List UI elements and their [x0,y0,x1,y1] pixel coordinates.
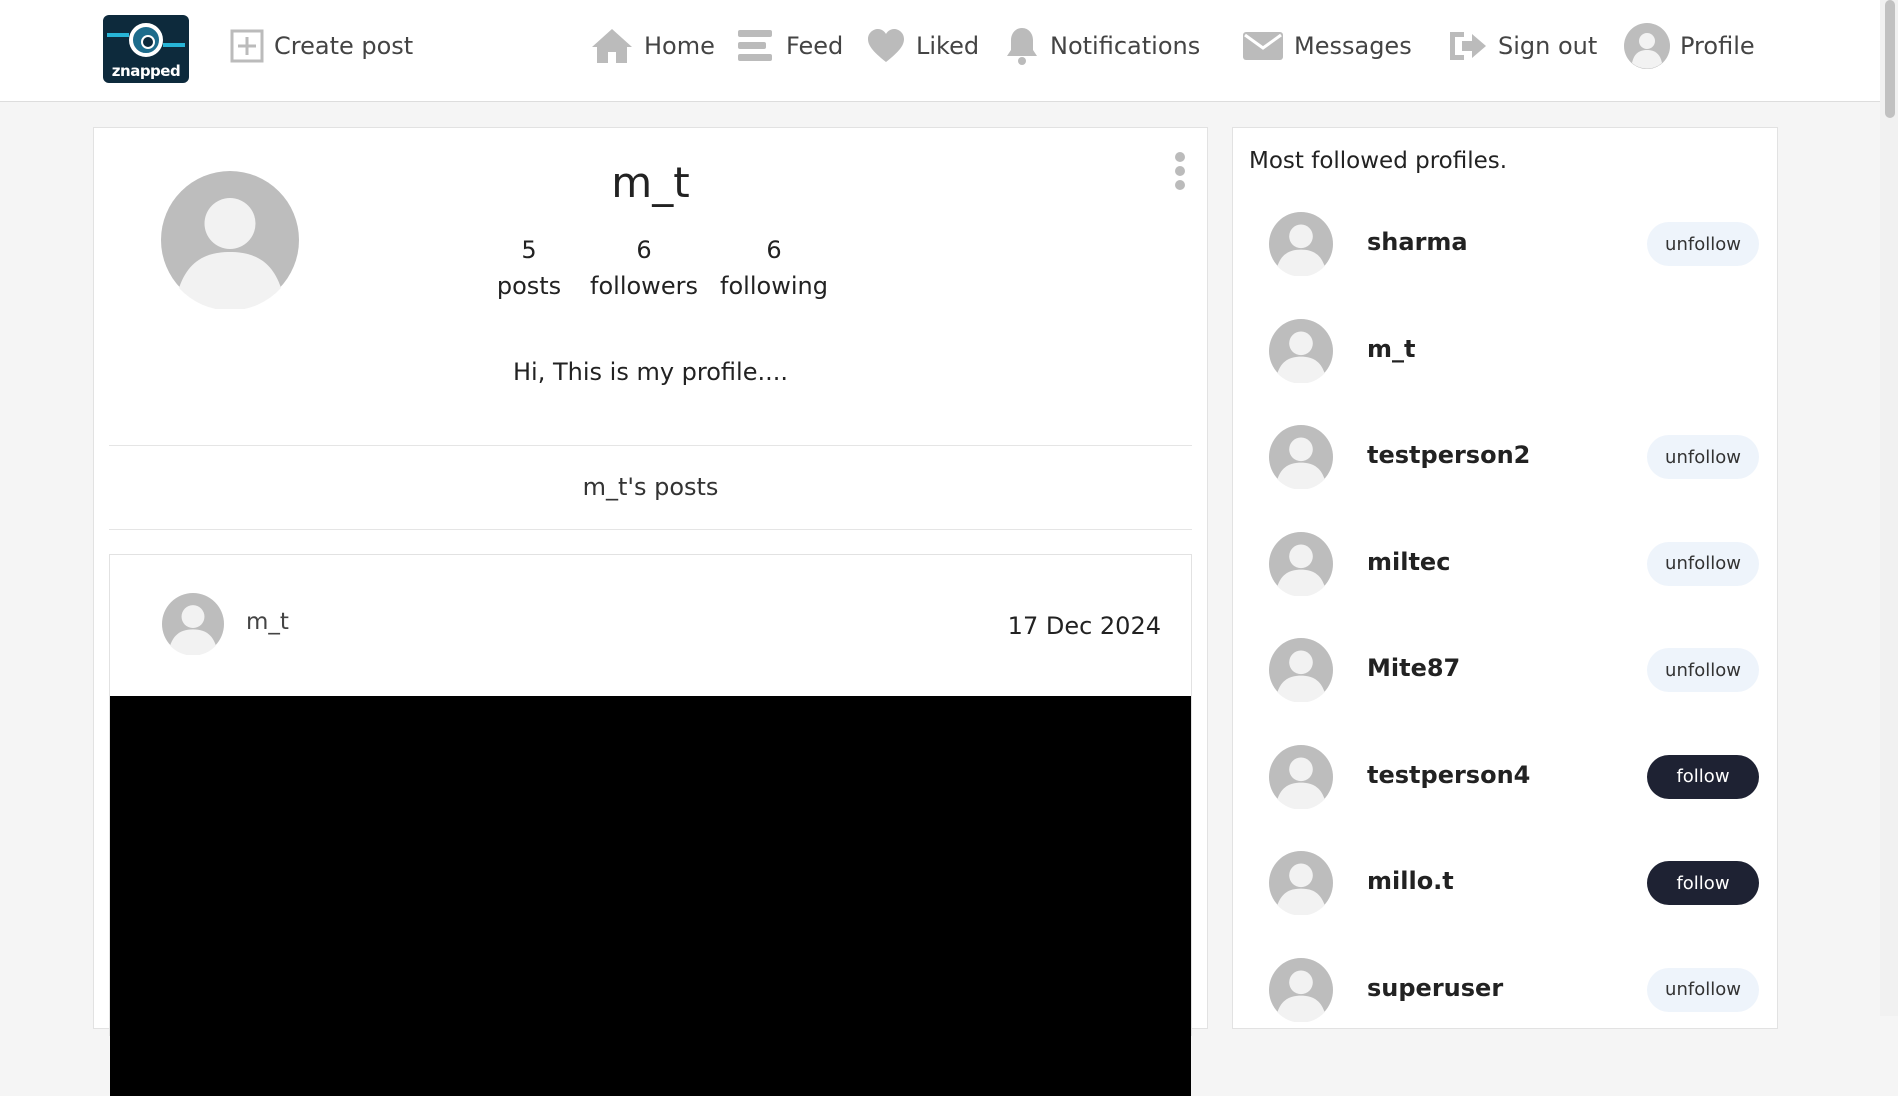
user-avatar-icon [1269,425,1333,490]
following-count: 6 [766,236,782,264]
suggested-profile-row[interactable]: Mite87 unfollow [1269,638,1759,703]
nav-sign-out[interactable]: Sign out [1448,24,1597,68]
nav-profile-label: Profile [1680,32,1755,60]
nav-sign-out-label: Sign out [1498,32,1598,60]
user-avatar-icon [1269,744,1333,810]
suggested-profile-avatar[interactable] [1269,638,1333,706]
user-avatar-icon [1269,638,1333,703]
post-date: 17 Dec 2024 [1007,612,1161,640]
suggested-profile-name[interactable]: superuser [1367,974,1503,1002]
posts-label: posts [496,272,562,300]
user-avatar-icon [162,593,224,656]
followers-label: followers [590,272,698,300]
feed-icon [738,30,772,61]
unfollow-button[interactable]: unfollow [1647,967,1759,1012]
user-avatar-icon [1269,851,1333,916]
posts-heading: m_t's posts [582,473,719,501]
posts-count: 5 [521,236,537,264]
create-post-link[interactable]: Create post [230,24,413,68]
nav-home-label: Home [644,32,715,60]
nav-feed[interactable]: Feed [736,24,843,68]
post-author-name[interactable]: m_t [246,609,289,635]
nav-messages[interactable]: Messages [1242,24,1412,68]
suggested-profile-name[interactable]: m_t [1367,335,1415,363]
nav-profile[interactable]: Profile [1624,23,1755,69]
unfollow-button[interactable]: unfollow [1647,648,1759,692]
suggested-profile-avatar[interactable] [1269,531,1333,600]
user-avatar-icon [1269,531,1333,597]
user-avatar-icon [1269,212,1333,277]
envelope-icon [1243,32,1283,60]
nav-messages-label: Messages [1294,32,1412,60]
suggested-profile-row[interactable]: superuser unfollow [1269,957,1759,1023]
camera-lens-icon [129,23,163,57]
nav-home[interactable]: Home [590,24,715,68]
suggested-profile-row[interactable]: testperson4 follow [1269,744,1759,810]
most-followed-sidebar: Most followed profiles. sharma unfollow m_… [1232,127,1778,1029]
page-scrollbar[interactable] [1880,0,1898,1016]
scrollbar-thumb[interactable] [1885,0,1895,118]
stat-posts[interactable]: 5 posts [479,232,579,304]
profile-bio: Hi, This is my profile.... [513,358,788,386]
profile-stats: 5 posts 6 followers 6 following [479,232,839,304]
suggested-profile-avatar[interactable] [1269,744,1333,813]
suggested-profile-row[interactable]: miltec unfollow [1269,531,1759,597]
suggested-profile-avatar[interactable] [1269,957,1333,1026]
follow-button[interactable]: follow [1647,754,1759,799]
post-author-avatar[interactable] [162,593,224,659]
suggested-profile-row[interactable]: sharma unfollow [1269,212,1759,277]
suggested-profile-name[interactable]: testperson2 [1367,441,1530,469]
nav-feed-label: Feed [786,32,844,60]
suggested-profile-row[interactable]: millo.t follow [1269,851,1759,916]
suggested-profile-name[interactable]: millo.t [1367,867,1454,895]
followers-count: 6 [636,236,652,264]
plus-square-icon [230,29,264,63]
user-avatar-icon [1269,957,1333,1023]
suggested-profile-name[interactable]: miltec [1367,548,1450,576]
nav-notifications-label: Notifications [1050,32,1201,60]
divider [109,445,1192,446]
unfollow-button[interactable]: unfollow [1647,435,1759,479]
logo-stripe [107,33,129,37]
logo-stripe [163,43,185,47]
profile-username: m_t [611,158,690,207]
suggested-profile-name[interactable]: testperson4 [1367,761,1530,789]
sign-out-icon [1450,32,1486,60]
znapped-logo[interactable]: znapped [103,15,189,83]
suggested-profile-name[interactable]: Mite87 [1367,654,1460,682]
follow-button[interactable]: follow [1647,861,1759,905]
unfollow-button[interactable]: unfollow [1647,541,1759,586]
suggested-profile-avatar[interactable] [1269,851,1333,919]
avatar-icon [1624,23,1670,69]
suggested-profile-avatar[interactable] [1269,318,1333,387]
post-image[interactable] [110,696,1191,1096]
suggested-profile-row[interactable]: m_t [1269,318,1759,384]
post-card[interactable]: m_t 17 Dec 2024 [109,554,1192,1096]
following-label: following [720,272,828,300]
suggested-profile-avatar[interactable] [1269,425,1333,493]
suggested-profile-name[interactable]: sharma [1367,228,1468,256]
suggested-profile-avatar[interactable] [1269,212,1333,280]
stat-following[interactable]: 6 following [709,232,839,304]
top-navbar: znapped Create post Home Feed Liked Noti… [0,0,1880,102]
suggested-profile-row[interactable]: testperson2 unfollow [1269,425,1759,490]
sidebar-title: Most followed profiles. [1249,148,1508,174]
logo-text: znapped [111,62,181,80]
nav-liked[interactable]: Liked [866,24,979,68]
bell-icon [1007,28,1037,65]
stat-followers[interactable]: 6 followers [579,232,709,304]
home-icon [592,29,632,63]
unfollow-button[interactable]: unfollow [1647,222,1759,266]
profile-card: m_t 5 posts 6 followers 6 following Hi, … [93,127,1208,1096]
user-avatar-icon [1269,318,1333,384]
nav-notifications[interactable]: Notifications [1004,24,1200,68]
divider [109,529,1192,530]
nav-liked-label: Liked [916,32,980,60]
create-post-label: Create post [274,32,414,60]
heart-icon [868,29,904,62]
